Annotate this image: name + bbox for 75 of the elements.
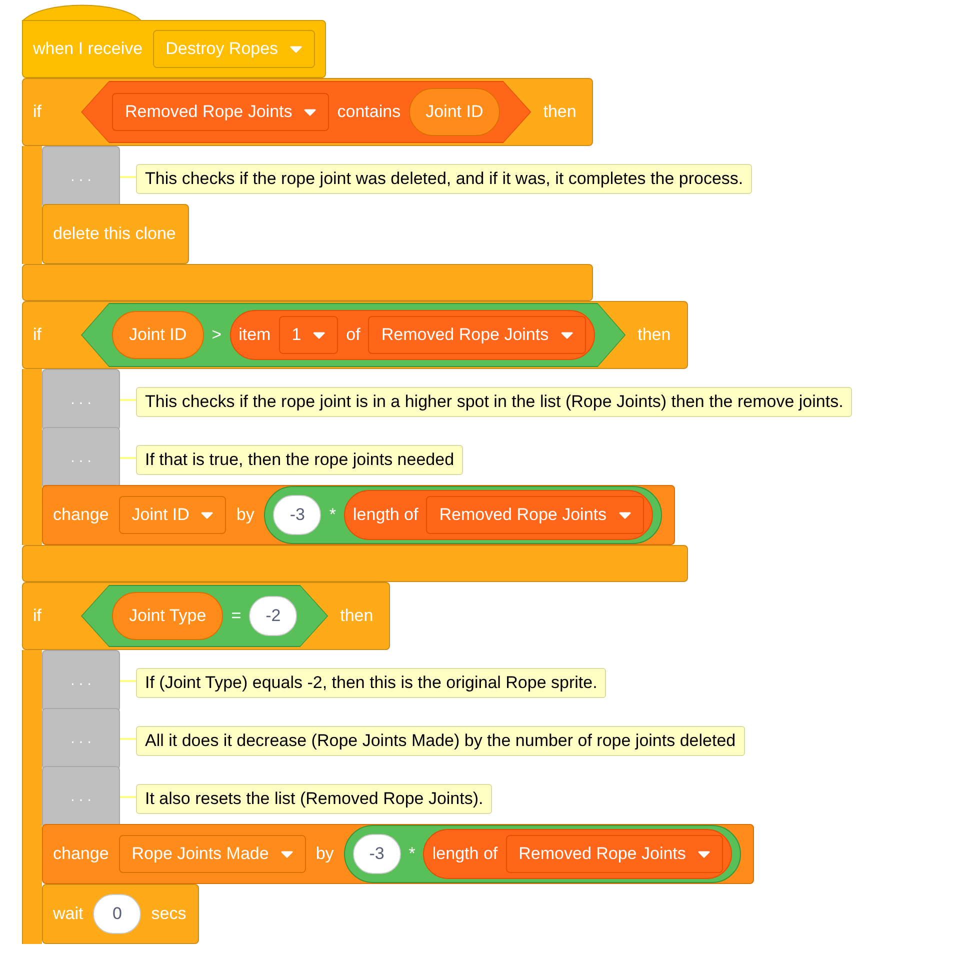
dropdown-menu[interactable]: Destroy Ropes xyxy=(152,30,316,68)
dropdown-menu[interactable]: Removed Rope Joints xyxy=(368,316,586,354)
number-input[interactable]: 0 xyxy=(93,894,142,934)
stack-block[interactable]: delete this clone xyxy=(42,204,189,264)
number-input[interactable]: -3 xyxy=(273,495,322,535)
comment-stub[interactable]: . . . xyxy=(42,369,120,431)
caret-icon xyxy=(618,512,631,518)
dropdown-menu[interactable]: Removed Rope Joints xyxy=(112,93,330,131)
block-label: delete this clone xyxy=(53,223,176,246)
dropdown-menu[interactable]: 1 xyxy=(278,316,338,354)
block-label: = xyxy=(231,605,242,628)
reporter-block[interactable]: length of Removed Rope Joints xyxy=(344,490,653,540)
variable-reporter[interactable]: Joint Type xyxy=(112,592,224,640)
boolean-block[interactable]: Joint Type = -2 xyxy=(81,585,328,647)
block-label: by xyxy=(236,504,254,526)
dropdown-menu[interactable]: Removed Rope Joints xyxy=(426,496,644,534)
caret-icon xyxy=(280,850,293,858)
block-label: if xyxy=(33,324,42,346)
comment-stub[interactable]: . . . xyxy=(42,427,120,489)
variable-reporter[interactable]: Joint ID xyxy=(408,88,500,136)
caret-icon xyxy=(290,46,302,52)
block-label: contains xyxy=(337,101,401,124)
block-label: when I receive xyxy=(33,38,143,60)
reporter-block[interactable]: item 1 of Removed Rope Joints xyxy=(230,310,595,360)
block-label: then xyxy=(638,324,671,346)
boolean-block[interactable]: Removed Rope Joints contains Joint ID xyxy=(81,81,532,143)
block-label: then xyxy=(543,101,576,124)
reporter-block[interactable]: length of Removed Rope Joints xyxy=(423,829,732,879)
block-label: item xyxy=(238,324,271,346)
comment-stub[interactable]: . . . xyxy=(42,708,120,770)
block-label: length of xyxy=(353,504,418,526)
if-block-end[interactable] xyxy=(22,264,594,301)
comment-note[interactable]: If that is true, then the rope joints needed xyxy=(136,445,464,474)
block-label: > xyxy=(212,324,222,346)
block-label: change xyxy=(53,504,109,526)
caret-icon xyxy=(313,332,326,338)
block-label: secs xyxy=(151,903,186,926)
block-label: wait xyxy=(53,903,84,926)
block-label: length of xyxy=(432,843,498,866)
stack-block[interactable]: change Rope Joints Made by -3 * length of Removed Rope Joints xyxy=(42,824,754,884)
stack-block[interactable]: wait 0 secs xyxy=(42,884,200,944)
block-label: * xyxy=(408,843,416,866)
stack-block[interactable]: change Joint ID by -3 * length of Removed Rope Joints xyxy=(42,485,675,545)
block-label: then xyxy=(340,605,374,628)
block-label: * xyxy=(329,504,336,526)
block-label: change xyxy=(53,843,109,866)
comment-stub[interactable]: . . . xyxy=(42,766,120,828)
if-block[interactable]: if Joint Type = -2 then xyxy=(22,582,390,650)
if-block[interactable]: if Removed Rope Joints contains Joint ID then xyxy=(22,78,594,146)
block-label: by xyxy=(316,843,334,866)
caret-icon xyxy=(201,512,214,518)
if-block[interactable]: if Joint ID > item 1 of Removed Rope Joints then xyxy=(22,301,688,369)
caret-icon xyxy=(698,850,710,858)
comment-note[interactable]: If (Joint Type) equals -2, then this is the original Rope sprite. xyxy=(136,668,606,698)
boolean-block[interactable]: Joint ID > item 1 of Removed Rope Joints xyxy=(81,303,626,367)
dropdown-menu[interactable]: Removed Rope Joints xyxy=(506,835,723,873)
number-input[interactable]: -2 xyxy=(249,596,298,636)
dropdown-menu[interactable]: Rope Joints Made xyxy=(118,835,306,873)
caret-icon xyxy=(560,332,573,338)
block-label: of xyxy=(346,324,360,346)
dropdown-menu[interactable]: Joint ID xyxy=(118,496,226,534)
comment-note[interactable]: It also resets the list (Removed Rope Joints). xyxy=(136,784,492,814)
comment-note[interactable]: This checks if the rope joint is in a higher spot in the list (Rope Joints) then the remove joints. xyxy=(136,387,852,416)
comment-stub[interactable]: . . . xyxy=(42,650,120,712)
number-input[interactable]: -3 xyxy=(352,834,401,874)
comment-stub[interactable]: . . . xyxy=(42,146,120,208)
block-label: if xyxy=(33,101,42,124)
comment-note[interactable]: This checks if the rope joint was deleted, and if it was, it completes the process. xyxy=(136,164,752,194)
block-label: if xyxy=(33,605,42,628)
reporter-block[interactable]: -3 * length of Removed Rope Joints xyxy=(264,486,662,544)
reporter-block[interactable]: -3 * length of Removed Rope Joints xyxy=(344,825,741,883)
caret-icon xyxy=(304,108,316,116)
variable-reporter[interactable]: Joint ID xyxy=(112,311,204,359)
if-block-end[interactable] xyxy=(22,545,688,582)
comment-note[interactable]: All it does it decrease (Rope Joints Made) by the number of rope joints deleted xyxy=(136,726,745,756)
